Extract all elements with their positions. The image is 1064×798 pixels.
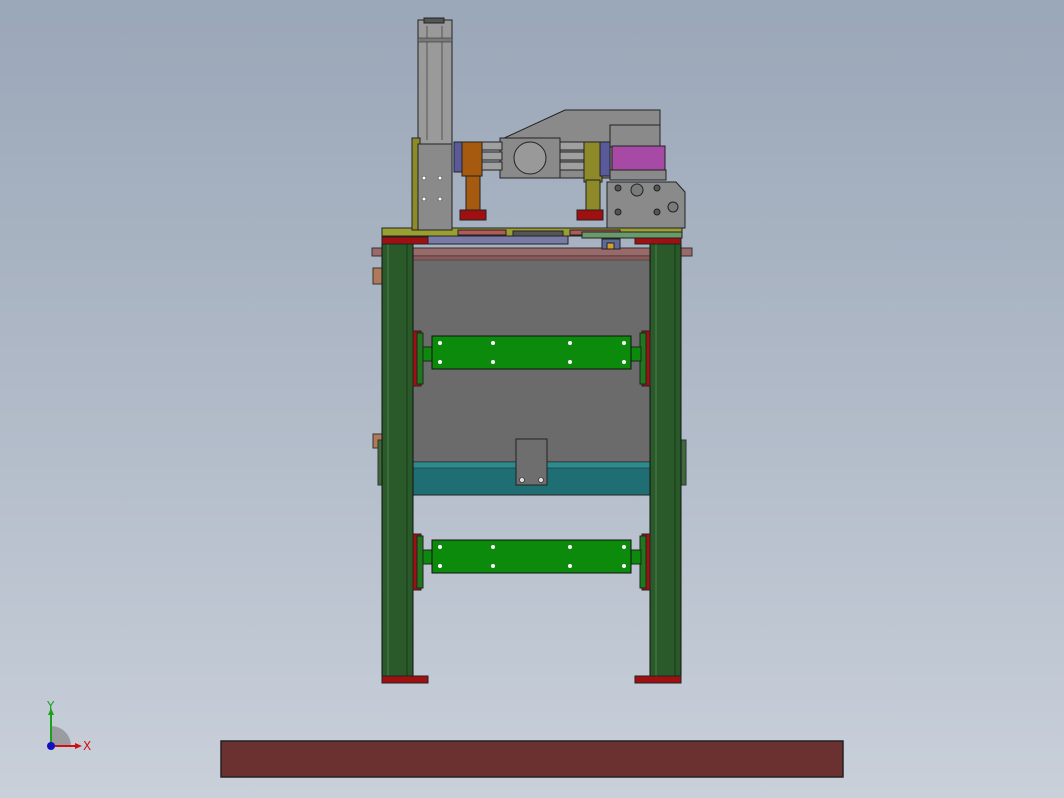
left-foot-pad <box>381 675 429 684</box>
center-block-bolt <box>538 477 544 483</box>
triad-quadrant <box>51 726 71 746</box>
right-foot-pad <box>634 675 682 684</box>
ground-plate <box>220 740 844 778</box>
triad-y-label: Y <box>46 699 55 713</box>
triad-z-axis <box>47 742 55 750</box>
top-plate-strip <box>409 255 654 261</box>
lower-linear-rail <box>412 533 651 591</box>
left-gripper-bracket <box>453 141 487 221</box>
center-block-bolt <box>519 477 525 483</box>
triad-x-label: X <box>83 739 91 753</box>
right-column <box>649 239 682 679</box>
orientation-triad[interactable]: Y X <box>46 699 91 753</box>
motor-unit <box>609 124 667 181</box>
gearbox <box>606 181 686 229</box>
left-column-cap <box>381 236 429 245</box>
top-plate <box>371 247 693 257</box>
vertical-cylinder <box>411 17 453 231</box>
cad-3d-viewport[interactable]: Y X <box>0 0 1064 798</box>
machine-assembly[interactable] <box>371 17 693 684</box>
left-column <box>381 239 414 679</box>
